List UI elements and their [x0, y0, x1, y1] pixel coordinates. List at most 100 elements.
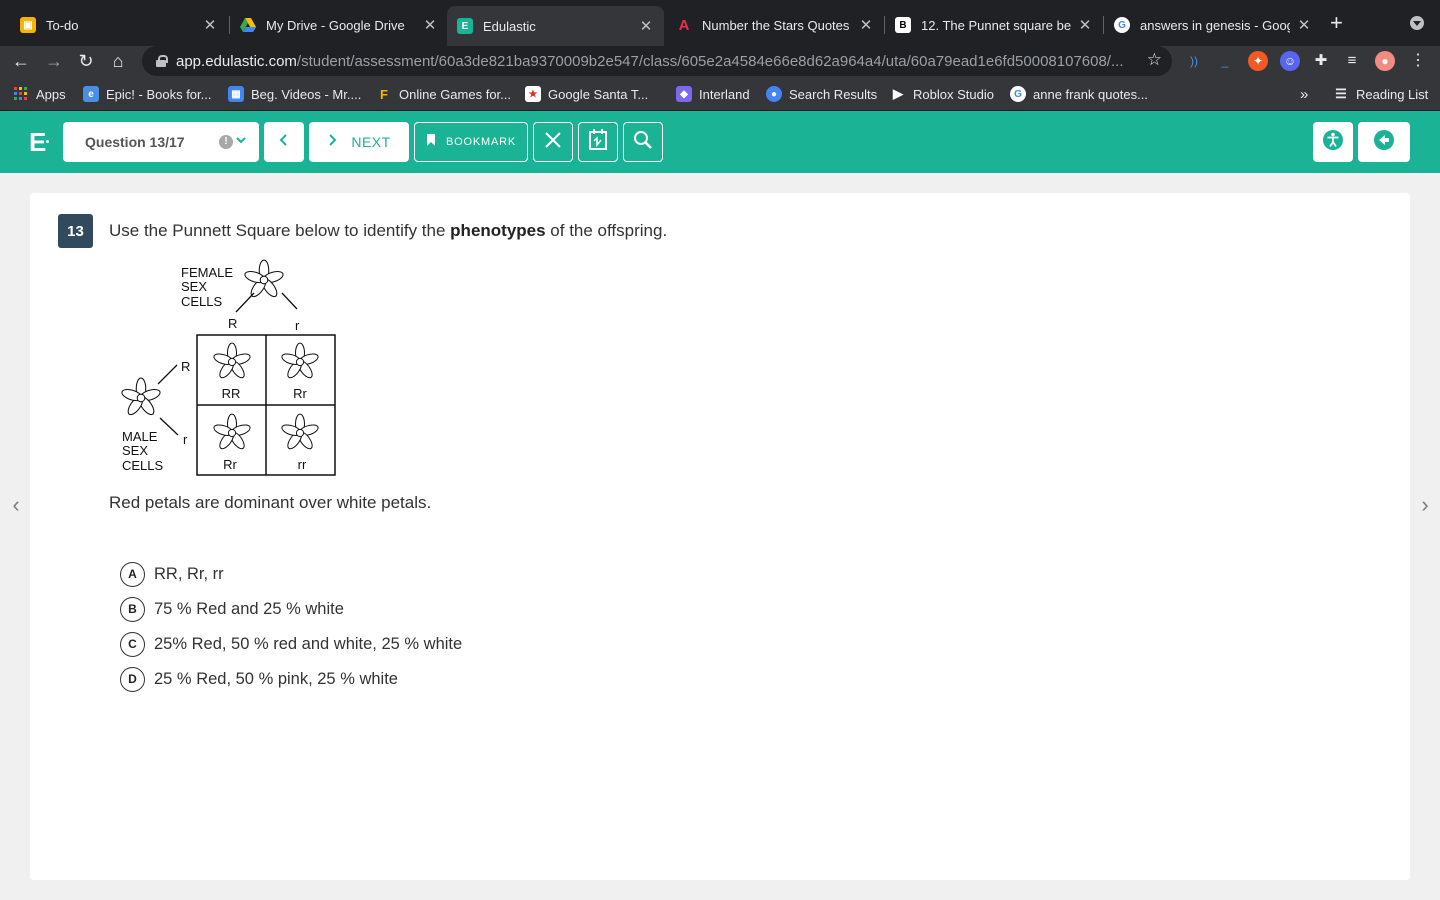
previous-page-chevron-icon[interactable]: ‹: [8, 494, 24, 516]
underline-extension-icon[interactable]: _: [1215, 51, 1235, 71]
male-flower-icon: [120, 377, 162, 418]
eliminate-answer-button[interactable]: [533, 122, 573, 162]
exit-button[interactable]: [1358, 122, 1410, 162]
tab-punnet-square[interactable]: B 12. The Punnet square belo ✕: [885, 8, 1103, 42]
discord-extension-icon[interactable]: ☺: [1280, 51, 1300, 71]
close-icon[interactable]: ✕: [638, 17, 654, 35]
bookmark-roblox-studio[interactable]: ▶ Roblox Studio: [890, 84, 994, 104]
bookmark-interland[interactable]: ◆ Interland: [676, 84, 750, 104]
question-number-badge: 13: [58, 214, 93, 248]
male-label-line-1: MALE: [122, 429, 158, 444]
interland-icon: ◆: [676, 86, 692, 102]
bookmark-google-santa[interactable]: ★ Google Santa T...: [525, 84, 648, 104]
option-letter-badge: B: [120, 596, 145, 622]
tab-to-do[interactable]: ▣ To-do ✕: [10, 8, 228, 42]
search-results-icon: ●: [766, 86, 782, 102]
close-icon[interactable]: ✕: [1296, 16, 1312, 34]
home-icon[interactable]: ⌂: [106, 49, 130, 73]
browser-tab-strip: ▣ To-do ✕ My Drive - Google Drive ✕ E Ed…: [0, 0, 1440, 46]
bookmark-label: Google Santa T...: [548, 86, 649, 102]
url-host: app.edulastic.com: [176, 52, 297, 70]
tab-search-icon[interactable]: [1410, 16, 1424, 30]
next-label: NEXT: [351, 134, 391, 150]
lock-icon: [156, 55, 168, 67]
forward-arrow-icon[interactable]: →: [42, 49, 66, 73]
question-selector[interactable]: Question 13/17 !: [63, 122, 259, 162]
browser-menu-icon[interactable]: ⋮: [1408, 51, 1428, 71]
close-icon[interactable]: ✕: [858, 16, 874, 34]
chevron-left-icon: [278, 133, 290, 152]
google-icon: G: [1010, 86, 1026, 102]
tab-title: answers in genesis - Googl: [1140, 17, 1290, 33]
cell-genotype-top-right: Rr: [293, 386, 307, 401]
next-button[interactable]: NEXT: [309, 122, 409, 162]
answer-option-d[interactable]: D 25 % Red, 50 % pink, 25 % white: [120, 666, 398, 692]
question-selector-label: Question 13/17: [85, 134, 185, 150]
tab-google-drive[interactable]: My Drive - Google Drive ✕: [230, 8, 448, 42]
answer-option-c[interactable]: C 25% Red, 50 % red and white, 25 % whit…: [120, 631, 462, 657]
cell-flower-icon: [280, 342, 320, 381]
male-allele-1: R: [181, 359, 190, 374]
bookmark-icon: [426, 133, 436, 151]
bookmark-label: Apps: [36, 86, 66, 102]
close-icon[interactable]: ✕: [1077, 16, 1093, 34]
scratchpad-button[interactable]: [578, 122, 618, 162]
bookmarks-overflow-chevron-icon[interactable]: »: [1300, 84, 1308, 104]
next-page-chevron-icon[interactable]: ›: [1417, 494, 1433, 516]
tab-edulastic[interactable]: E Edulastic ✕: [447, 6, 664, 46]
address-bar[interactable]: app.edulastic.com /student/assessment/60…: [142, 46, 1172, 76]
bookmark-star-icon[interactable]: ☆: [1147, 50, 1162, 70]
answer-option-a[interactable]: A RR, Rr, rr: [120, 561, 224, 587]
female-flower-icon: [243, 259, 285, 300]
tab-answers-in-genesis[interactable]: G answers in genesis - Googl ✕: [1104, 8, 1322, 42]
brave-extension-icon[interactable]: ✦: [1248, 51, 1268, 71]
answer-option-b[interactable]: B 75 % Red and 25 % white: [120, 596, 344, 622]
bookmark-button[interactable]: BOOKMARK: [414, 122, 528, 162]
bookmark-anne-frank[interactable]: G anne frank quotes...: [1010, 84, 1148, 104]
bookmarks-bar: Apps e Epic! - Books for... ▦ Beg. Video…: [0, 76, 1440, 111]
media-queue-icon[interactable]: ≡: [1342, 51, 1362, 71]
tab-title: My Drive - Google Drive: [266, 17, 405, 33]
brainly-icon: B: [895, 17, 911, 33]
tab-number-the-stars[interactable]: A Number the Stars Quotes a ✕: [666, 8, 884, 42]
punnett-square-figure: FEMALE SEX CELLS R r R r MALE SEX CELLS …: [120, 259, 336, 476]
bookmark-search-results[interactable]: ● Search Results: [766, 84, 877, 104]
edulastic-logo: E: [29, 127, 47, 157]
bookmark-apps[interactable]: Apps: [13, 84, 66, 104]
option-letter-badge: D: [120, 666, 145, 692]
tab-title: 12. The Punnet square belo: [921, 17, 1071, 33]
option-text: 75 % Red and 25 % white: [154, 599, 344, 618]
f-icon: F: [380, 86, 388, 102]
epic-icon: e: [83, 86, 99, 102]
option-letter-badge: A: [120, 561, 145, 587]
profile-avatar[interactable]: ●: [1375, 51, 1395, 71]
reading-list-icon: ☰: [1335, 86, 1347, 101]
previous-button[interactable]: [264, 122, 304, 162]
prompt-text-start: Use the Punnett Square below to identify…: [109, 221, 451, 240]
read-aloud-extension-icon[interactable]: )): [1184, 51, 1204, 71]
scratchpad-icon: [588, 128, 608, 156]
close-icon[interactable]: ✕: [202, 16, 218, 34]
cell-flower-icon: [212, 342, 252, 381]
bookmark-label: BOOKMARK: [446, 136, 516, 148]
accessibility-button[interactable]: [1313, 122, 1353, 162]
female-branch-line: [235, 292, 255, 313]
browser-toolbar: ← → ↻ ⌂ app.edulastic.com /student/asses…: [0, 46, 1440, 76]
bookmark-online-games[interactable]: F Online Games for...: [376, 84, 511, 104]
bookmark-beg-videos[interactable]: ▦ Beg. Videos - Mr....: [228, 84, 361, 104]
back-arrow-icon[interactable]: ←: [9, 49, 33, 73]
cell-flower-icon: [212, 413, 252, 452]
question-note: Red petals are dominant over white petal…: [109, 493, 432, 512]
google-icon: G: [1114, 17, 1130, 33]
url-path: /student/assessment/60a3de821ba9370009b2…: [296, 52, 1124, 70]
reload-icon[interactable]: ↻: [74, 49, 98, 73]
option-text: 25% Red, 50 % red and white, 25 % white: [154, 634, 463, 653]
new-tab-plus-icon[interactable]: +: [1330, 12, 1343, 34]
accessibility-icon: [1322, 129, 1344, 156]
male-label-line-3: CELLS: [122, 458, 164, 473]
magnifier-button[interactable]: [623, 122, 663, 162]
reading-list-button[interactable]: ☰ Reading List: [1333, 84, 1428, 104]
extensions-puzzle-icon[interactable]: ✚: [1311, 51, 1331, 71]
bookmark-epic[interactable]: e Epic! - Books for...: [83, 84, 212, 104]
close-icon[interactable]: ✕: [422, 16, 438, 34]
